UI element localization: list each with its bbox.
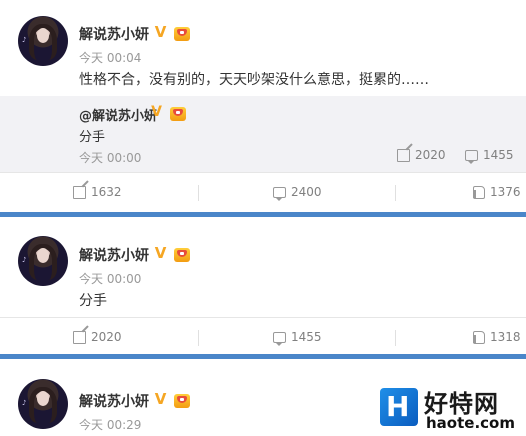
avatar[interactable]: ♪	[18, 236, 68, 286]
verified-icon: V	[154, 23, 167, 41]
avatar-face	[37, 28, 49, 43]
comment-icon	[465, 149, 478, 164]
repost-button[interactable]: 2020	[73, 330, 122, 344]
vip-crown-icon[interactable]	[174, 248, 190, 262]
comment-button[interactable]: 2400	[273, 185, 322, 201]
avatar-face	[37, 248, 49, 263]
user-name[interactable]: 解说苏小妍	[79, 391, 149, 411]
repost-count: 2020	[91, 330, 122, 344]
watermark-url: haote.com	[426, 414, 515, 432]
avatar[interactable]: ♪	[18, 379, 68, 429]
site-watermark: 好特网 haote.com	[378, 376, 526, 436]
avatar[interactable]: ♪	[18, 16, 68, 66]
verified-icon: V	[154, 390, 167, 408]
post-time[interactable]: 今天 00:04	[79, 49, 141, 66]
divider	[395, 330, 396, 346]
repost-comment-count[interactable]: 1455	[465, 148, 514, 164]
repost-user-name[interactable]: @解说苏小妍	[79, 105, 157, 124]
post-time[interactable]: 今天 00:29	[79, 416, 141, 433]
post-text: 性格不合，没有别的，天天吵架没什么意思，挺累的……	[79, 72, 429, 88]
post-text: 分手	[79, 293, 107, 309]
avatar-glyph: ♪	[22, 36, 27, 44]
divider	[198, 330, 199, 346]
divider	[395, 185, 396, 201]
repost-icon	[73, 330, 86, 344]
user-name[interactable]: 解说苏小妍	[79, 24, 149, 44]
repost-icon	[397, 148, 410, 162]
avatar-glyph: ♪	[22, 399, 27, 407]
like-count: 1376	[490, 185, 521, 199]
comment-icon	[273, 331, 286, 346]
repost-comment-count-label: 1455	[483, 148, 514, 162]
thumbs-up-icon	[472, 330, 485, 344]
repost-icon	[73, 185, 86, 199]
like-count: 1318	[490, 330, 521, 344]
divider	[198, 185, 199, 201]
avatar-face	[37, 391, 49, 406]
like-button[interactable]: 1376	[472, 185, 521, 199]
comment-count: 1455	[291, 330, 322, 344]
user-name[interactable]: 解说苏小妍	[79, 245, 149, 265]
verified-icon: V	[151, 104, 162, 120]
watermark-logo-icon	[380, 388, 418, 426]
repost-time[interactable]: 今天 00:00	[79, 149, 141, 166]
repost-repost-count[interactable]: 2020	[397, 148, 446, 162]
avatar-glyph: ♪	[22, 256, 27, 264]
weibo-post-1: ♪ 解说苏小妍 V 今天 00:04 性格不合，没有别的，天天吵架没什么意思，挺…	[0, 0, 526, 212]
thumbs-up-icon	[472, 185, 485, 199]
repost-repost-count-label: 2020	[415, 148, 446, 162]
repost-box[interactable]: @解说苏小妍 V 分手 今天 00:00 2020 1455	[0, 96, 526, 172]
comment-count: 2400	[291, 185, 322, 199]
vip-crown-icon[interactable]	[174, 394, 190, 408]
repost-text: 分手	[79, 130, 106, 145]
comment-icon	[273, 186, 286, 201]
like-button[interactable]: 1318	[472, 330, 521, 344]
post-time[interactable]: 今天 00:00	[79, 270, 141, 287]
action-bar: 1632 2400 1376	[0, 172, 526, 212]
comment-button[interactable]: 1455	[273, 330, 322, 346]
action-bar: 2020 1455 1318	[0, 317, 526, 357]
verified-icon: V	[154, 244, 167, 262]
vip-crown-icon[interactable]	[174, 27, 190, 41]
repost-button[interactable]: 1632	[73, 185, 122, 199]
weibo-post-2: ♪ 解说苏小妍 V 今天 00:00 分手 2020 1455 1318	[0, 217, 526, 354]
repost-count: 1632	[91, 185, 122, 199]
vip-crown-icon[interactable]	[170, 107, 186, 121]
